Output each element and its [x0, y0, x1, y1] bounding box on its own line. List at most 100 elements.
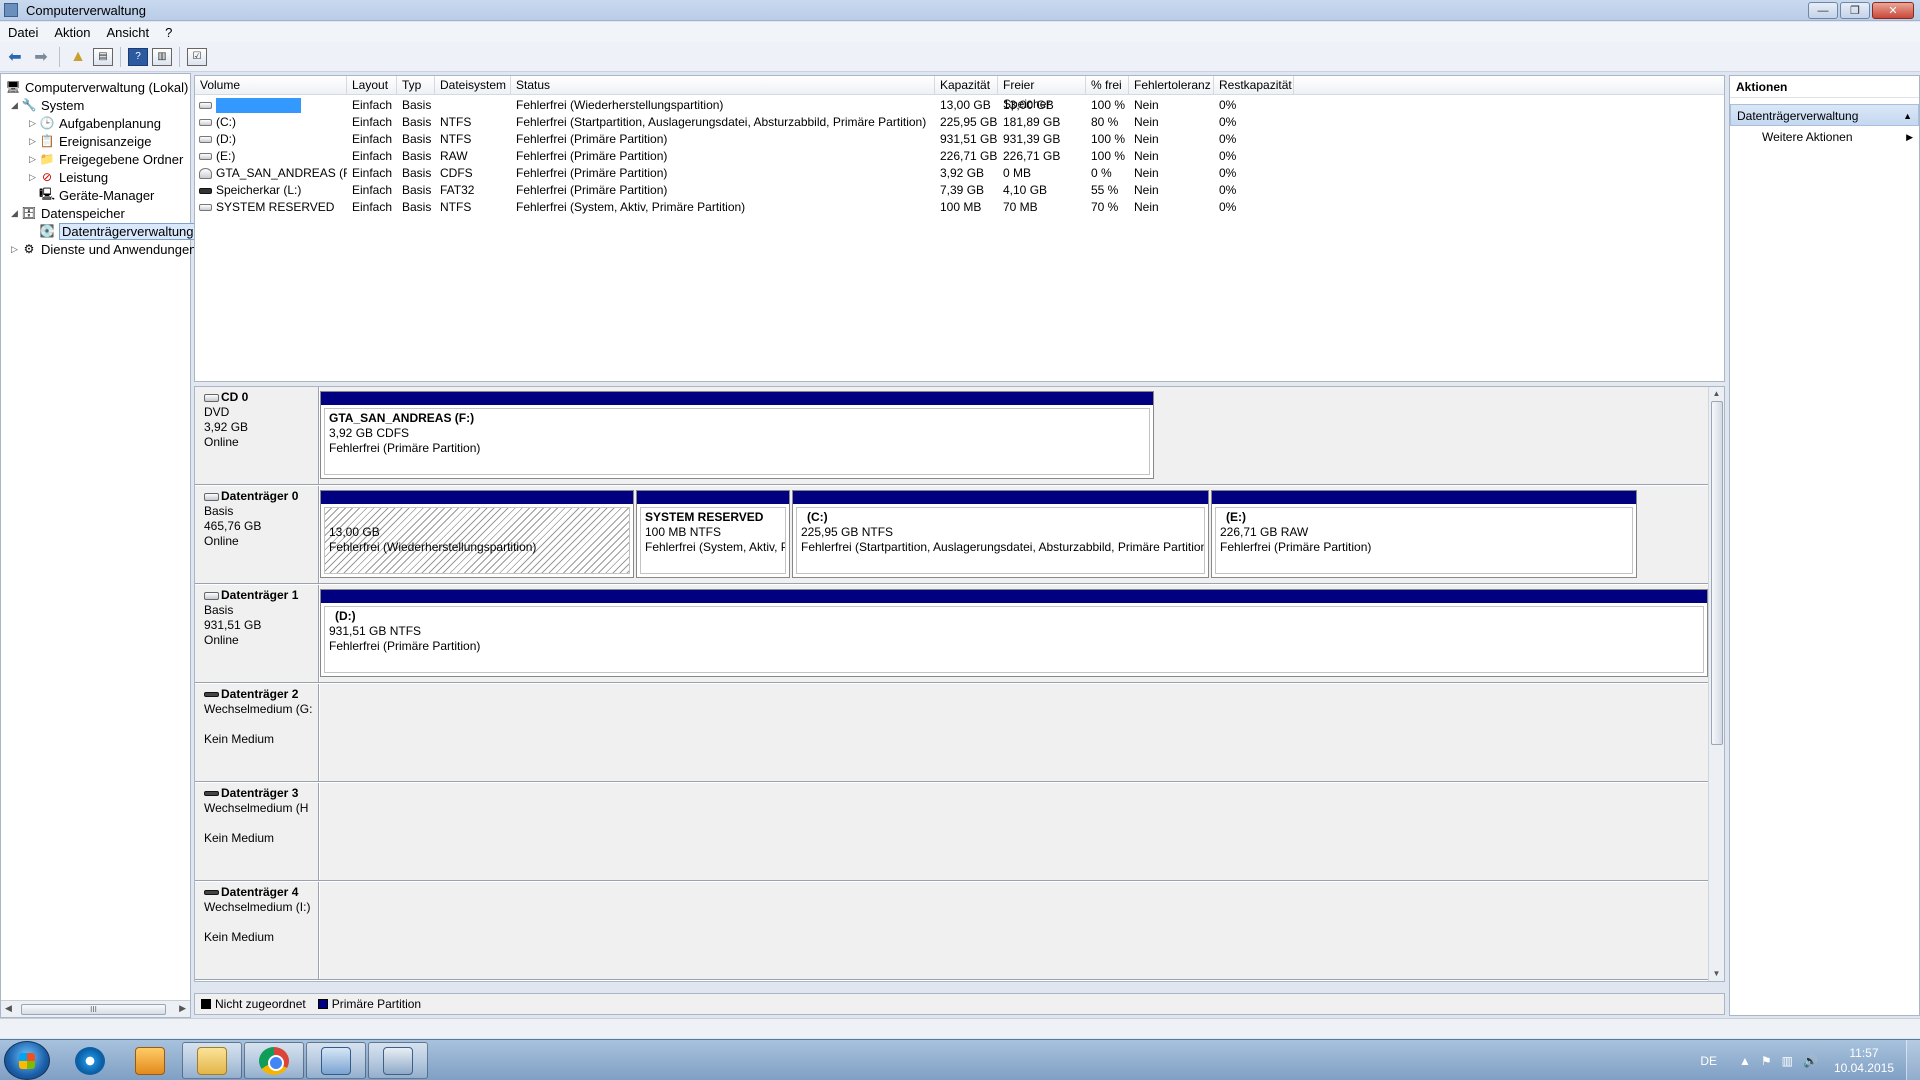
column-header-kapazitaet[interactable]: Kapazität: [935, 76, 998, 95]
column-header-prozent-frei[interactable]: % frei: [1086, 76, 1129, 95]
show-desktop-button[interactable]: [1906, 1040, 1920, 1080]
column-header-freier-speicher[interactable]: Freier Speicher: [998, 76, 1086, 111]
cell-typ: Basis: [402, 114, 435, 131]
cell-text: Einfach: [352, 98, 393, 112]
expand-arrow-icon[interactable]: ▷: [29, 154, 39, 165]
menu-help[interactable]: ?: [157, 25, 180, 40]
tree-item-root[interactable]: 🖥 Computerverwaltung (Lokal): [5, 78, 188, 96]
disk-info[interactable]: Datenträger 3 Wechselmedium (H Kein Medi…: [195, 783, 319, 880]
scroll-thumb[interactable]: [1711, 401, 1723, 745]
taskbar-disk-app[interactable]: [368, 1042, 428, 1079]
column-header-typ[interactable]: Typ: [397, 76, 435, 95]
tree-item-dienste[interactable]: ▷ ⚙ Dienste und Anwendungen: [11, 240, 196, 258]
disk-type: Wechselmedium (G:: [204, 702, 313, 716]
volume-icon[interactable]: 🔊: [1803, 1054, 1818, 1068]
tree-horizontal-scrollbar[interactable]: ◀ III ▶: [1, 1000, 190, 1017]
show-hide-action-pane-icon[interactable]: ▥: [152, 47, 172, 66]
table-row[interactable]: Einfach Basis Fehlerfrei (Wiederherstellun…: [195, 97, 1724, 114]
table-row[interactable]: (C:) Einfach Basis NTFS Fehlerfrei (Startpar…: [195, 114, 1724, 131]
scroll-up-icon[interactable]: ▲: [1709, 387, 1724, 401]
expand-arrow-icon[interactable]: ▷: [29, 118, 39, 129]
partition-gta[interactable]: GTA_SAN_ANDREAS (F:) 3,92 GB CDFS Fehler…: [320, 391, 1154, 479]
disk-info[interactable]: Datenträger 2 Wechselmedium (G: Kein Med…: [195, 684, 319, 781]
help-icon[interactable]: ?: [128, 47, 148, 66]
cell-frei: 70 MB: [1003, 199, 1086, 216]
language-indicator[interactable]: DE: [1700, 1054, 1717, 1068]
cell-text: 70 MB: [1003, 200, 1038, 214]
clock[interactable]: 11:57 10.04.2015: [1834, 1046, 1894, 1076]
disk-info[interactable]: Datenträger 1 Basis 931,51 GB Online: [195, 585, 319, 682]
cell-typ: Basis: [402, 165, 435, 182]
table-row[interactable]: (D:) Einfach Basis NTFS Fehlerfrei (Primäre …: [195, 131, 1724, 148]
tree-item-geraete-manager[interactable]: 🖳 Geräte-Manager: [39, 186, 154, 204]
restore-button[interactable]: ❐: [1840, 2, 1870, 19]
table-row[interactable]: GTA_SAN_ANDREAS (F:) Einfach Basis CDFS Fehl…: [195, 165, 1724, 182]
menu-datei[interactable]: Datei: [0, 25, 46, 40]
cell-frei: 226,71 GB: [1003, 148, 1086, 165]
collapse-arrow-icon[interactable]: ◢: [11, 208, 21, 219]
disk-info[interactable]: CD 0 DVD 3,92 GB Online: [195, 387, 319, 484]
action-weitere-aktionen[interactable]: Weitere Aktionen ▶: [1730, 126, 1919, 148]
column-header-dateisystem[interactable]: Dateisystem: [435, 76, 511, 95]
table-row[interactable]: (E:) Einfach Basis RAW Fehlerfrei (Primäre P…: [195, 148, 1724, 165]
menu-ansicht[interactable]: Ansicht: [99, 25, 158, 40]
partition-e[interactable]: (E:) 226,71 GB RAW Fehlerfrei (Primäre P…: [1211, 490, 1637, 578]
up-folder-icon[interactable]: ▲: [67, 46, 89, 68]
tree-item-datentraegerverwaltung[interactable]: 💽 Datenträgerverwaltung: [39, 222, 197, 240]
scroll-thumb[interactable]: III: [21, 1004, 166, 1015]
taskbar-explorer[interactable]: [182, 1042, 242, 1079]
column-header-volume[interactable]: Volume: [195, 76, 347, 95]
show-hidden-icons-icon[interactable]: ▲: [1739, 1054, 1751, 1068]
cell-text: Einfach: [352, 166, 393, 180]
table-row[interactable]: SYSTEM RESERVED Einfach Basis NTFS Fehlerfre…: [195, 199, 1724, 216]
forward-arrow-icon[interactable]: ➡: [30, 46, 52, 68]
cell-volume: GTA_SAN_ANDREAS (F:): [199, 165, 347, 182]
actions-group-datentraegerverwaltung[interactable]: Datenträgerverwaltung ▲: [1730, 104, 1919, 126]
expand-arrow-icon[interactable]: ▷: [29, 136, 39, 147]
scroll-down-icon[interactable]: ▼: [1709, 967, 1724, 981]
expand-arrow-icon[interactable]: ▷: [11, 244, 21, 255]
column-header-restkapazitaet[interactable]: Restkapazität: [1214, 76, 1294, 95]
partition-d[interactable]: (D:) 931,51 GB NTFS Fehlerfrei (Primäre …: [320, 589, 1708, 677]
taskbar-computer-management[interactable]: [306, 1042, 366, 1079]
cell-pct: 100 %: [1091, 131, 1129, 148]
network-icon[interactable]: ▥: [1782, 1054, 1793, 1068]
partition-recovery[interactable]: 13,00 GB Fehlerfrei (Wiederherstellungsp…: [320, 490, 634, 578]
partition-c[interactable]: (C:) 225,95 GB NTFS Fehlerfrei (Startpar…: [792, 490, 1209, 578]
column-header-layout[interactable]: Layout: [347, 76, 397, 95]
scroll-right-icon[interactable]: ▶: [179, 1003, 186, 1014]
disk-info[interactable]: Datenträger 4 Wechselmedium (I:) Kein Me…: [195, 882, 319, 979]
column-header-status[interactable]: Status: [511, 76, 935, 95]
menu-aktion[interactable]: Aktion: [46, 25, 98, 40]
show-hide-tree-icon[interactable]: ▤: [93, 47, 113, 66]
table-row[interactable]: Speicherkar (L:) Einfach Basis FAT32 Fehlerf…: [195, 182, 1724, 199]
cell-text: Speicherkar (L:): [216, 183, 302, 197]
cell-rest: 0%: [1219, 131, 1294, 148]
back-arrow-icon[interactable]: ⬅: [4, 46, 26, 68]
column-header-fehlertoleranz[interactable]: Fehlertoleranz: [1129, 76, 1214, 95]
tree-item-datenspeicher[interactable]: ◢ 🗄 Datenspeicher: [11, 204, 125, 222]
action-center-icon[interactable]: ⚑: [1761, 1054, 1772, 1068]
disk-map-vertical-scrollbar[interactable]: ▲ ▼: [1708, 387, 1724, 981]
cell-fs: NTFS: [440, 199, 511, 216]
taskbar-chrome[interactable]: [244, 1042, 304, 1079]
taskbar-internet-explorer[interactable]: [60, 1042, 120, 1079]
collapse-caret-icon[interactable]: ▲: [1903, 105, 1912, 127]
tree-item-aufgabenplanung[interactable]: ▷ 🕒 Aufgabenplanung: [29, 114, 161, 132]
minimize-button[interactable]: —: [1808, 2, 1838, 19]
cell-pct: 0 %: [1091, 165, 1129, 182]
tree-item-leistung[interactable]: ▷ ⊘ Leistung: [29, 168, 108, 186]
start-button[interactable]: [4, 1041, 50, 1080]
tree-item-system[interactable]: ◢ 🔧 System: [11, 96, 84, 114]
close-button[interactable]: ✕: [1872, 2, 1914, 19]
taskbar-media-player[interactable]: [120, 1042, 180, 1079]
partition-body: (E:) 226,71 GB RAW Fehlerfrei (Primäre P…: [1215, 507, 1633, 574]
collapse-arrow-icon[interactable]: ◢: [11, 100, 21, 111]
expand-arrow-icon[interactable]: ▷: [29, 172, 39, 183]
partition-system-reserved[interactable]: SYSTEM RESERVED 100 MB NTFS Fehlerfrei (…: [636, 490, 790, 578]
properties-icon[interactable]: ☑: [187, 47, 207, 66]
tree-item-ereignisanzeige[interactable]: ▷ 📋 Ereignisanzeige: [29, 132, 152, 150]
disk-info[interactable]: Datenträger 0 Basis 465,76 GB Online: [195, 486, 319, 583]
scroll-left-icon[interactable]: ◀: [5, 1003, 12, 1014]
tree-item-freigegebene-ordner[interactable]: ▷ 📁 Freigegebene Ordner: [29, 150, 183, 168]
